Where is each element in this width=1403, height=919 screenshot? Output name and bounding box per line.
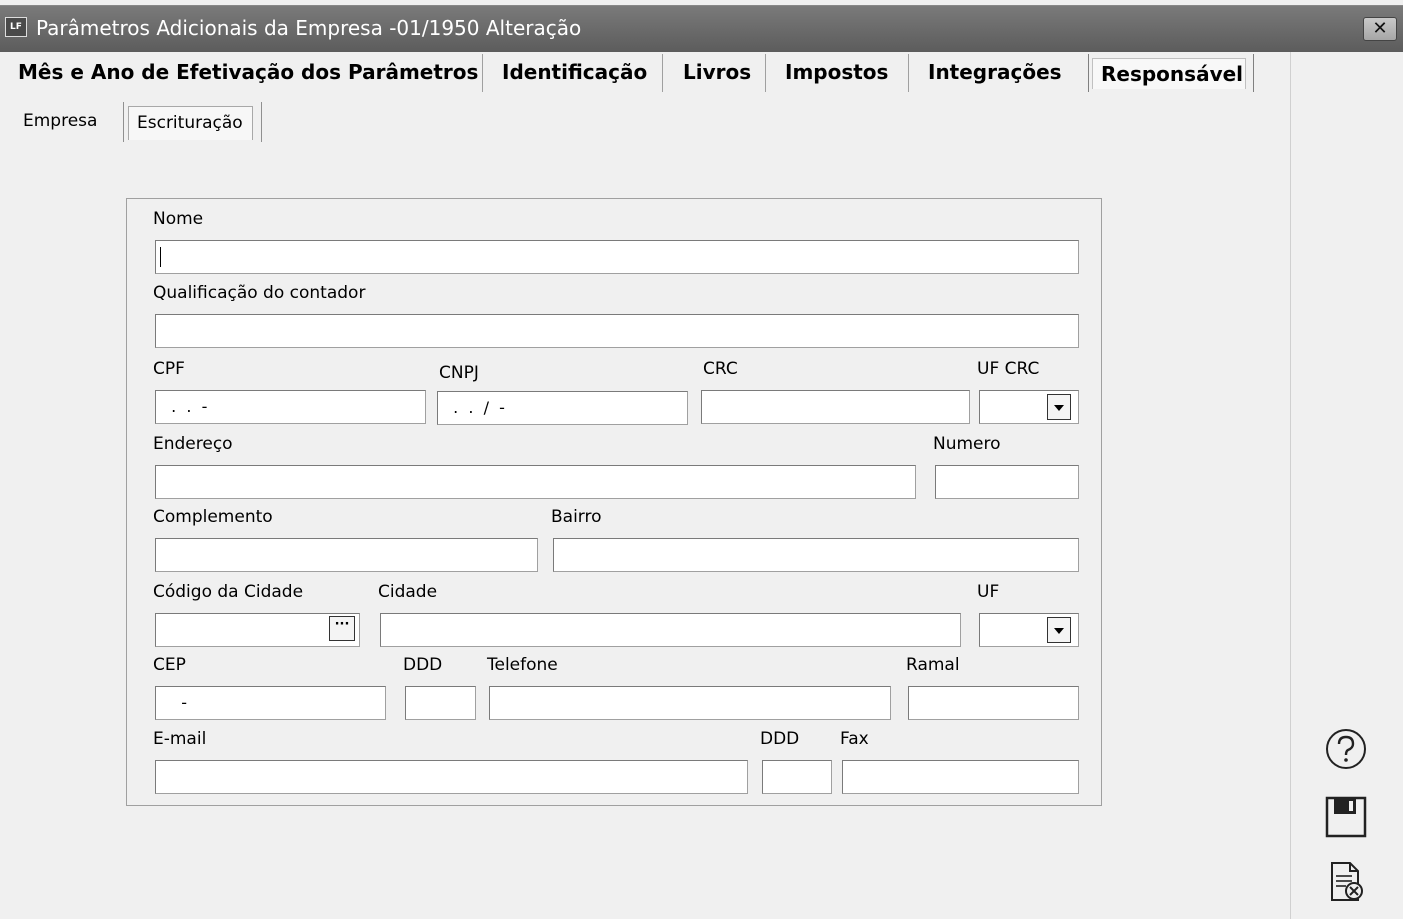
text-cursor — [160, 247, 161, 267]
title-bar: LF Parâmetros Adicionais da Empresa -01/… — [0, 5, 1403, 52]
tab-separator — [482, 54, 483, 92]
cancel-document-icon[interactable] — [1324, 860, 1368, 908]
fax-label: Fax — [840, 729, 869, 749]
fax-field[interactable] — [842, 760, 1079, 794]
cpf-field[interactable]: . . - — [155, 390, 426, 424]
tab-efetivacao[interactable]: Mês e Ano de Efetivação dos Parâmetros — [18, 55, 478, 90]
bairro-field[interactable] — [553, 538, 1079, 572]
subtab-escrituracao[interactable]: Escrituração — [137, 113, 243, 133]
crc-label: CRC — [703, 359, 738, 379]
ddd-label: DDD — [403, 655, 443, 675]
tab-separator — [765, 54, 766, 92]
telefone-field[interactable] — [489, 686, 891, 720]
ramal-label: Ramal — [906, 655, 960, 675]
qualificacao-label: Qualificação do contador — [153, 283, 366, 303]
subtab-empresa[interactable]: Empresa — [23, 111, 97, 131]
complemento-label: Complemento — [153, 507, 273, 527]
ramal-field[interactable] — [908, 686, 1079, 720]
endereco-label: Endereço — [153, 434, 233, 454]
tab-responsavel[interactable]: Responsável — [1101, 57, 1243, 92]
side-toolbar — [1290, 52, 1403, 919]
complemento-field[interactable] — [155, 538, 538, 572]
telefone-label: Telefone — [487, 655, 558, 675]
tab-livros[interactable]: Livros — [683, 55, 751, 90]
crc-field[interactable] — [701, 390, 970, 424]
ddd-fax-field[interactable] — [762, 760, 832, 794]
help-icon[interactable] — [1324, 727, 1368, 775]
endereco-field[interactable] — [155, 465, 916, 499]
save-icon[interactable] — [1324, 795, 1368, 843]
uf-label: UF — [977, 582, 1000, 602]
cpf-label: CPF — [153, 359, 185, 379]
tab-identificacao[interactable]: Identificação — [502, 55, 647, 90]
tab-separator — [662, 54, 663, 92]
qualificacao-field[interactable] — [155, 314, 1079, 348]
cnpj-label: CNPJ — [439, 363, 479, 383]
codigo-cidade-label: Código da Cidade — [153, 582, 304, 602]
chevron-down-icon[interactable] — [1047, 617, 1071, 643]
tab-integracoes[interactable]: Integrações — [928, 55, 1062, 90]
tab-separator — [908, 54, 909, 92]
numero-field[interactable] — [935, 465, 1079, 499]
email-field[interactable] — [155, 760, 748, 794]
chevron-down-icon[interactable] — [1047, 394, 1071, 420]
nome-field[interactable] — [155, 240, 1079, 274]
ddd-field[interactable] — [405, 686, 476, 720]
cidade-field[interactable] — [380, 613, 961, 647]
tab-impostos[interactable]: Impostos — [785, 55, 888, 90]
cep-label: CEP — [153, 655, 186, 675]
uf-crc-label: UF CRC — [977, 359, 1040, 379]
window-title: Parâmetros Adicionais da Empresa -01/195… — [36, 16, 582, 40]
nome-label: Nome — [153, 209, 204, 229]
ddd-fax-label: DDD — [760, 729, 800, 749]
cnpj-field[interactable]: . . / - — [437, 391, 688, 425]
cep-field[interactable]: - — [155, 686, 386, 720]
app-icon: LF — [5, 17, 27, 37]
close-button[interactable]: ✕ — [1363, 17, 1397, 41]
email-label: E-mail — [153, 729, 207, 749]
cidade-label: Cidade — [378, 582, 438, 602]
ellipsis-lookup-button[interactable]: ··· — [329, 616, 355, 641]
bairro-label: Bairro — [551, 507, 602, 527]
numero-label: Numero — [933, 434, 1001, 454]
